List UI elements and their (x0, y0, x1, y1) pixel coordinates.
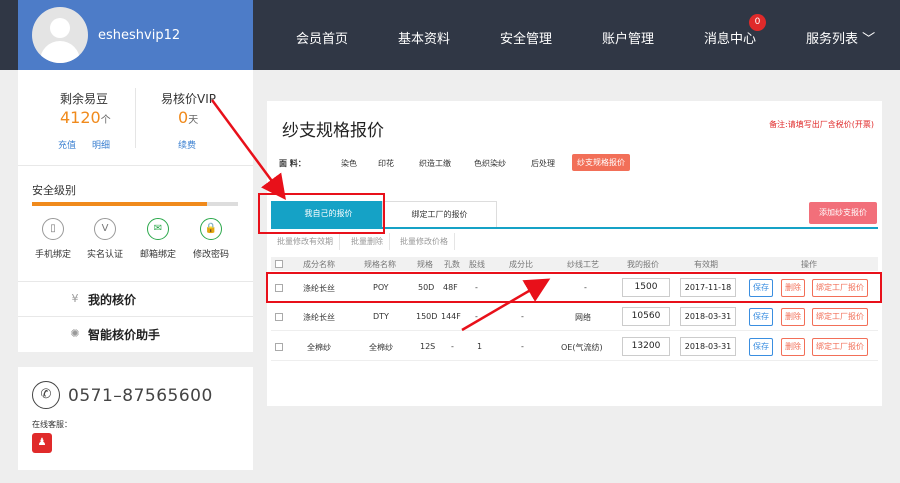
annotation-arrow (210, 99, 286, 201)
annotation-arrows (210, 99, 551, 332)
annotation-arrow (461, 278, 551, 332)
